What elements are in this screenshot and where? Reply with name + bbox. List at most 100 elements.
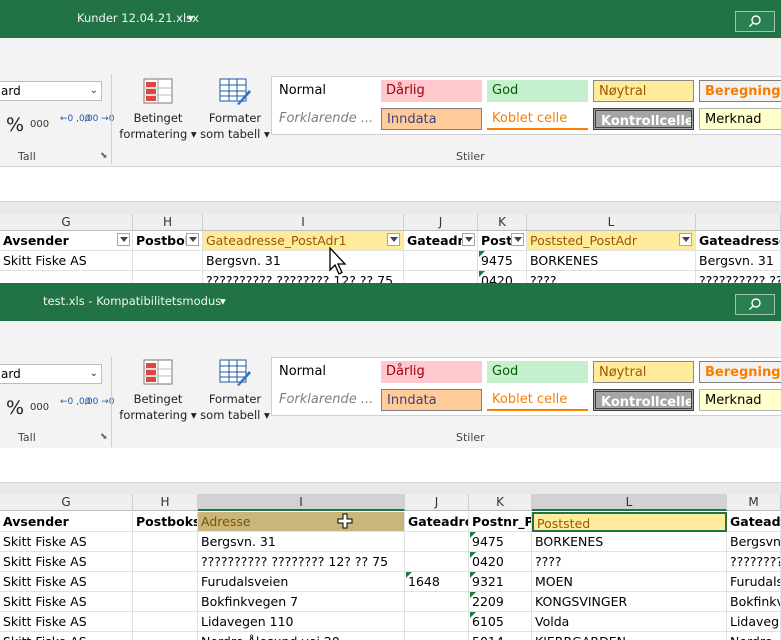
percent-style-button[interactable]: % — [6, 114, 24, 136]
title-dropdown-icon[interactable]: ▾ — [188, 11, 194, 25]
column-header-i[interactable]: I — [198, 494, 405, 511]
cell[interactable]: KONGSVINGER — [532, 592, 727, 612]
column-header-g[interactable]: G — [0, 214, 133, 231]
style-normal[interactable]: Normal — [274, 361, 376, 383]
comma-style-button[interactable]: 000 — [30, 119, 49, 130]
cell[interactable] — [133, 552, 198, 572]
cell[interactable] — [404, 251, 478, 271]
cell[interactable]: Skitt Fiske AS — [0, 592, 133, 612]
cell[interactable]: BORKENES — [532, 532, 727, 552]
column-header-g[interactable]: G — [0, 494, 133, 511]
dialog-launcher-icon[interactable]: ⬊ — [100, 151, 108, 161]
cell[interactable]: 9321 — [469, 572, 532, 592]
cell[interactable]: Bergsvn. 31 — [696, 251, 781, 271]
cell[interactable]: Lidaveg — [727, 612, 781, 632]
format-as-table-button[interactable]: Formater som tabell ▾ — [196, 359, 274, 423]
style-check-cell[interactable]: Kontrollcelle — [593, 108, 694, 130]
cell[interactable]: 9475 — [469, 532, 532, 552]
header-cell-gateadre[interactable]: Gateadre — [727, 512, 781, 532]
filter-dropdown-icon[interactable] — [117, 233, 130, 246]
header-cell-poststed[interactable]: Poststed_PostAdr — [527, 231, 696, 251]
column-header-k[interactable]: K — [478, 214, 527, 231]
cell[interactable]: ???????? — [727, 552, 781, 572]
cell[interactable] — [405, 612, 469, 632]
column-header-m[interactable] — [696, 214, 781, 231]
header-cell-poststed[interactable]: Poststed — [532, 512, 727, 532]
cell[interactable]: Bokfinkv — [727, 592, 781, 612]
cell[interactable]: Bergsvn — [727, 532, 781, 552]
style-explanatory[interactable]: Forklarende ... — [274, 389, 376, 411]
cell[interactable]: 5014 — [469, 632, 532, 640]
style-good[interactable]: God — [487, 361, 588, 383]
column-header-j[interactable]: J — [404, 214, 478, 231]
cell[interactable] — [133, 572, 198, 592]
cell[interactable]: MOEN — [532, 572, 727, 592]
style-neutral[interactable]: Nøytral — [593, 80, 694, 102]
cell[interactable]: Volda — [532, 612, 727, 632]
filter-dropdown-icon[interactable] — [511, 233, 524, 246]
column-header-l[interactable]: L — [527, 214, 696, 231]
style-bad[interactable]: Dårlig — [381, 361, 482, 383]
header-cell-postn[interactable]: Postn — [478, 231, 527, 251]
column-header-m[interactable]: M — [727, 494, 781, 511]
cell[interactable]: Skitt Fiske AS — [0, 552, 133, 572]
header-cell-avsender[interactable]: Avsender — [0, 231, 133, 251]
cell[interactable]: ???? — [532, 552, 727, 572]
cell[interactable] — [405, 592, 469, 612]
cell[interactable] — [133, 592, 198, 612]
conditional-formatting-button[interactable]: Betinget formatering ▾ — [118, 359, 198, 423]
cell[interactable] — [133, 251, 203, 271]
cell[interactable]: Skitt Fiske AS — [0, 251, 133, 271]
filter-dropdown-icon[interactable] — [679, 233, 692, 246]
filter-dropdown-icon[interactable] — [186, 233, 199, 246]
header-cell-gateadresse-2[interactable]: Gateadresse_ — [696, 231, 781, 251]
style-check-cell[interactable]: Kontrollcelle — [593, 389, 694, 411]
filter-dropdown-icon[interactable] — [462, 233, 475, 246]
header-cell-postboks[interactable]: Postbok — [133, 231, 203, 251]
cell[interactable] — [133, 532, 198, 552]
cell[interactable]: Skitt Fiske AS — [0, 612, 133, 632]
cell[interactable]: 9475 — [478, 251, 527, 271]
cell[interactable]: Skitt Fiske AS — [0, 532, 133, 552]
cell[interactable]: KJERRGARDEN — [532, 632, 727, 640]
column-header-l[interactable]: L — [532, 494, 727, 511]
cell[interactable]: Skitt Fiske AS — [0, 632, 133, 640]
formula-bar[interactable] — [0, 167, 781, 202]
number-format-select[interactable]: ard ⌄ — [0, 364, 102, 384]
header-cell-avsender[interactable]: Avsender — [0, 512, 133, 532]
style-normal[interactable]: Normal — [274, 80, 376, 102]
cell[interactable] — [405, 532, 469, 552]
column-header-j[interactable]: J — [405, 494, 469, 511]
style-note[interactable]: Merknad — [699, 108, 781, 130]
cell[interactable] — [133, 612, 198, 632]
cell[interactable]: Bergsvn. 31 — [198, 532, 405, 552]
header-cell-postboks[interactable]: Postboks_ — [133, 512, 198, 532]
style-good[interactable]: God — [487, 80, 588, 102]
number-format-select[interactable]: ard ⌄ — [0, 81, 102, 101]
decrease-decimal-button[interactable]: ,00 →0 — [84, 397, 114, 407]
header-cell-postnr[interactable]: Postnr_Po — [469, 512, 532, 532]
style-calculation[interactable]: Beregning — [699, 361, 781, 383]
cell[interactable]: Skitt Fiske AS — [0, 572, 133, 592]
cell[interactable] — [405, 632, 469, 640]
comma-style-button[interactable]: 000 — [30, 402, 49, 413]
header-cell-gateadresse[interactable]: Gateadresse_PostAdr1 — [203, 231, 404, 251]
header-cell-gateadres[interactable]: Gateadres — [405, 512, 469, 532]
column-header-h[interactable]: H — [133, 214, 203, 231]
conditional-formatting-button[interactable]: Betinget formatering ▾ — [118, 78, 198, 142]
cell[interactable]: Furudals — [727, 572, 781, 592]
cell[interactable]: 0420 — [469, 552, 532, 572]
cell[interactable]: Nordre — [727, 632, 781, 640]
dialog-launcher-icon[interactable]: ⬊ — [100, 432, 108, 442]
filter-dropdown-icon[interactable] — [387, 233, 400, 246]
style-calculation[interactable]: Beregning — [699, 80, 781, 102]
style-bad[interactable]: Dårlig — [381, 80, 482, 102]
style-input[interactable]: Inndata — [381, 389, 482, 411]
style-explanatory[interactable]: Forklarende ... — [274, 108, 376, 130]
style-note[interactable]: Merknad — [699, 389, 781, 411]
style-neutral[interactable]: Nøytral — [593, 361, 694, 383]
style-input[interactable]: Inndata — [381, 108, 482, 130]
style-linked-cell[interactable]: Koblet celle — [487, 389, 588, 411]
column-header-k[interactable]: K — [469, 494, 532, 511]
search-button[interactable] — [735, 294, 775, 315]
